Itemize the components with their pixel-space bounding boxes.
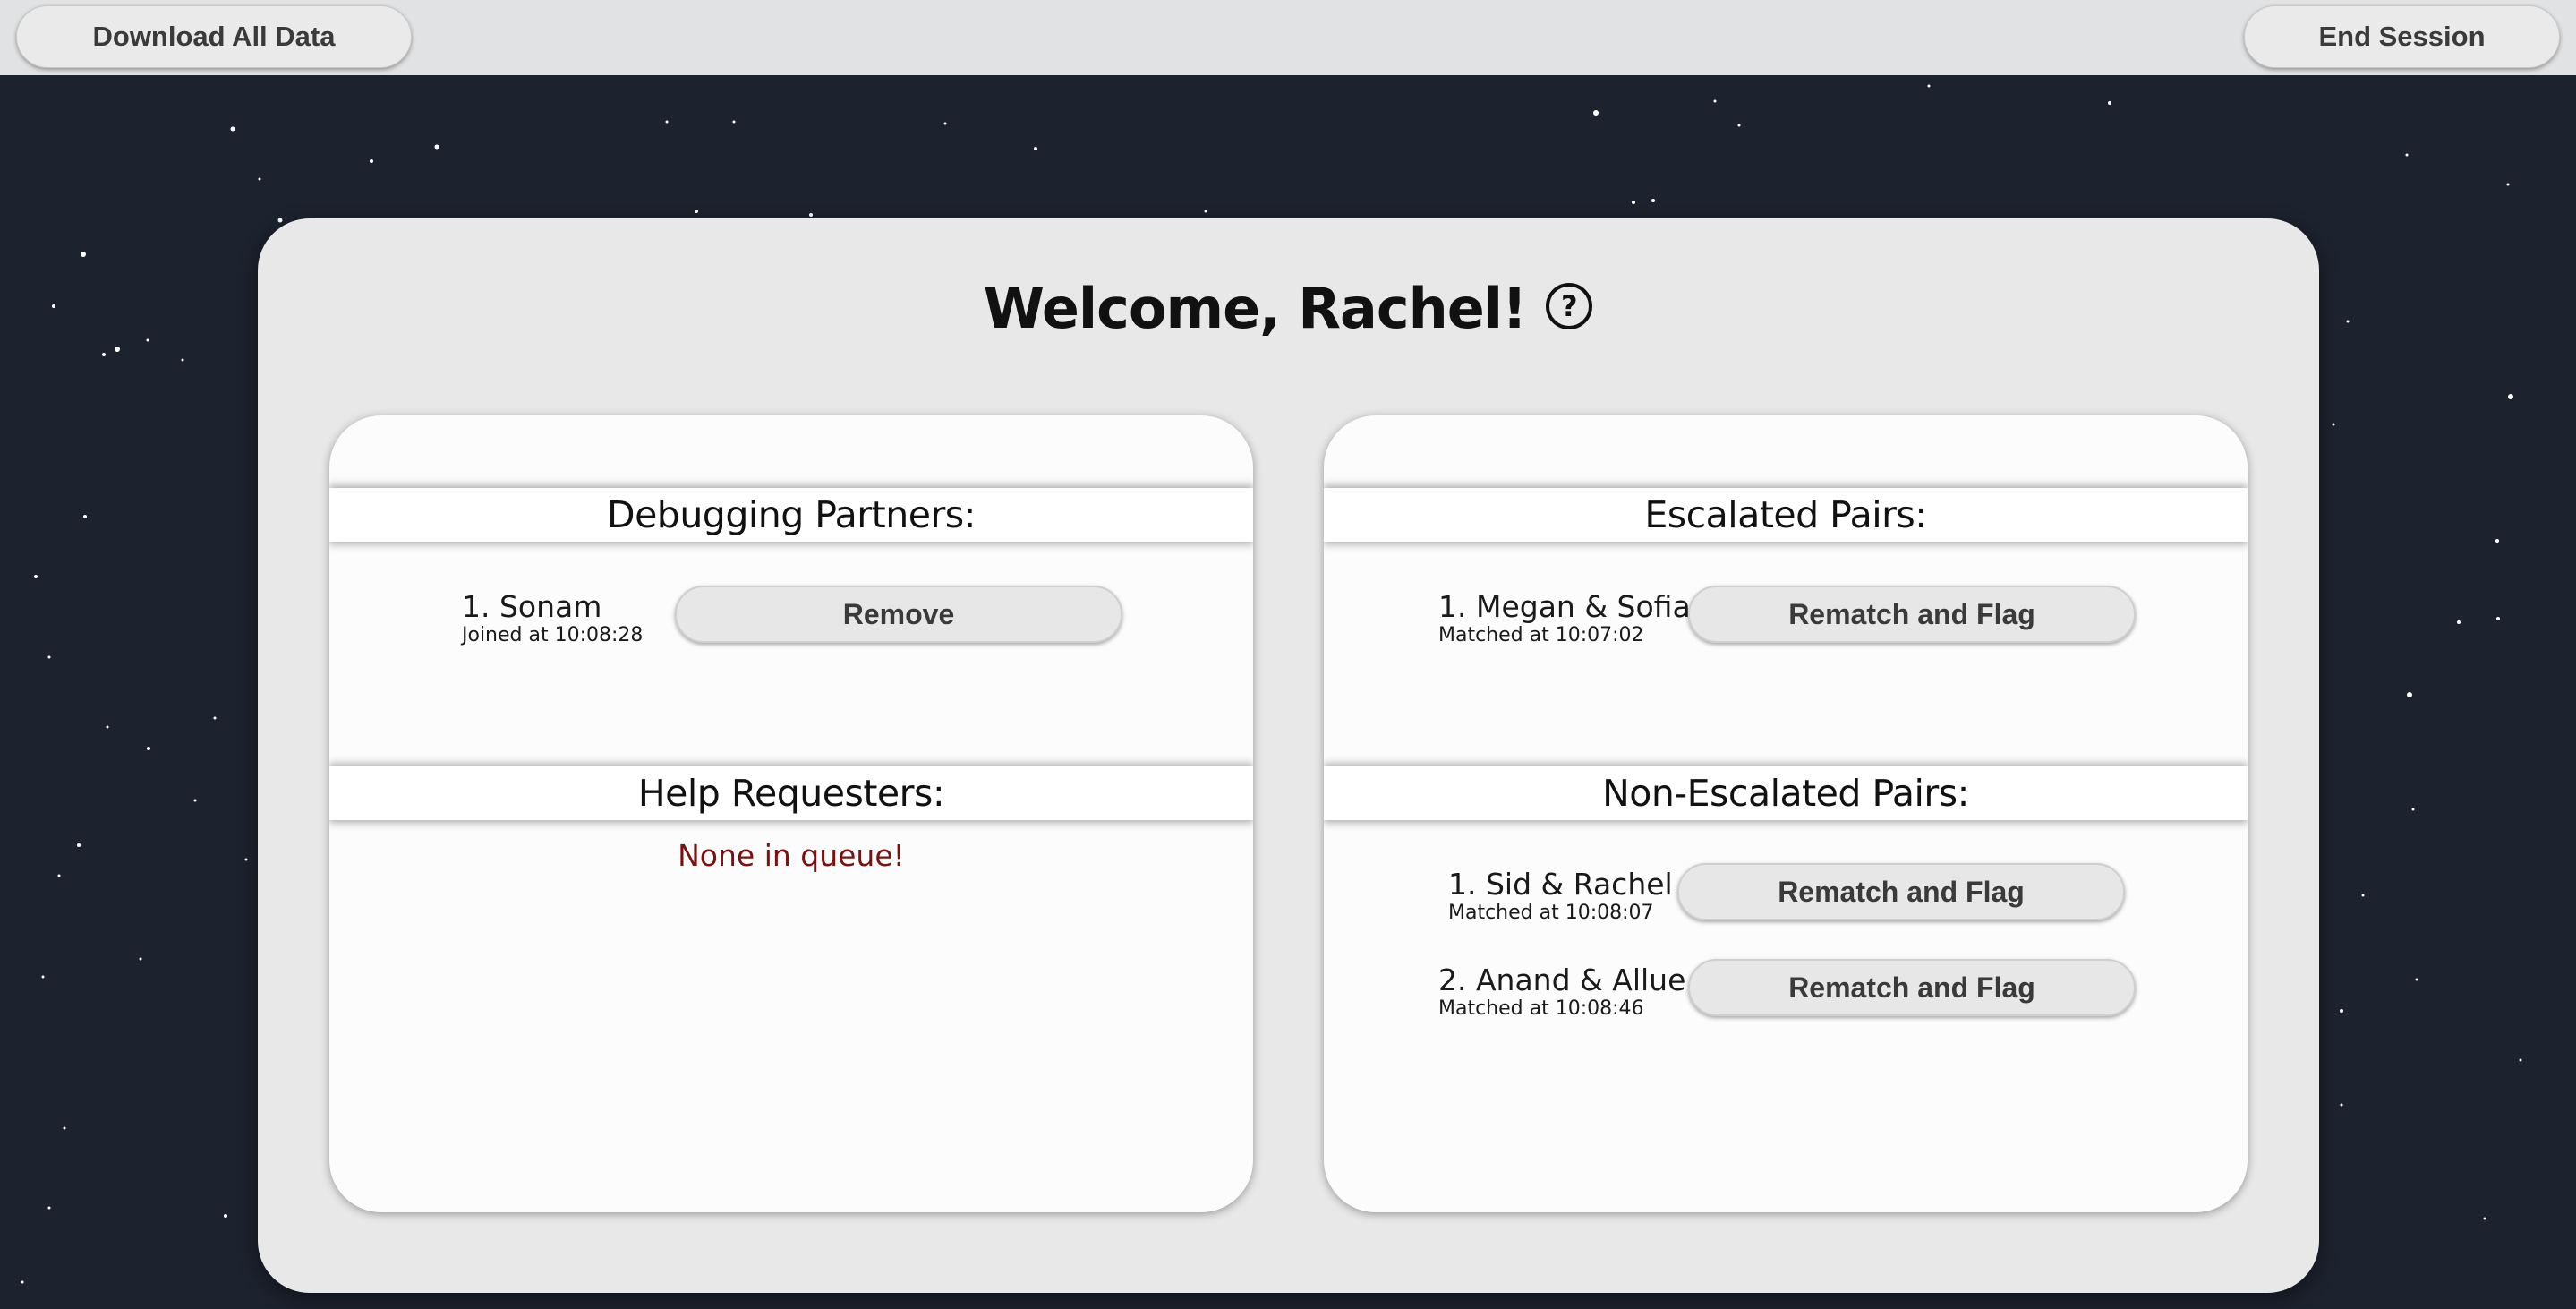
pair-matched-time: Matched at 10:08:46 [1438,997,1644,1020]
rematch-and-flag-button[interactable]: Rematch and Flag [1677,863,2125,920]
empty-queue-message: None in queue! [678,838,905,873]
non-escalated-pairs-header: Non-Escalated Pairs: [1324,766,2248,820]
rematch-and-flag-button[interactable]: Rematch and Flag [1688,959,2136,1016]
debugging-partners-header: Debugging Partners: [329,488,1253,542]
pair-name: 1. Megan & Sofia [1438,589,1691,624]
right-panel: Escalated Pairs: 1. Megan & Sofia Matche… [1324,415,2248,1212]
welcome-header: Welcome, Rachel! ? [0,276,2576,341]
pair-matched-time: Matched at 10:08:07 [1448,902,1654,924]
list-item: 1. Sonam Joined at 10:08:28 [462,590,643,647]
end-session-button[interactable]: End Session [2244,5,2560,68]
page-title: Welcome, Rachel! [983,276,1528,341]
list-item: 1. Sid & Rachel Matched at 10:08:07 [1448,868,1673,925]
partner-name: 1. Sonam [462,589,602,624]
escalated-pairs-header: Escalated Pairs: [1324,488,2248,542]
left-panel: Debugging Partners: 1. Sonam Joined at 1… [329,415,1253,1212]
rematch-and-flag-button[interactable]: Rematch and Flag [1688,586,2136,643]
top-bar: Download All Data End Session [0,0,2576,75]
help-icon[interactable]: ? [1546,282,1593,329]
pair-matched-time: Matched at 10:07:02 [1438,624,1644,646]
partner-joined-time: Joined at 10:08:28 [462,624,644,646]
pair-name: 2. Anand & Allue [1438,962,1686,997]
remove-button[interactable]: Remove [675,586,1122,643]
list-item: 1. Megan & Sofia Matched at 10:07:02 [1438,590,1691,647]
help-requesters-header: Help Requesters: [329,766,1253,820]
download-all-data-button[interactable]: Download All Data [16,5,412,68]
pair-name: 1. Sid & Rachel [1448,867,1673,902]
list-item: 2. Anand & Allue Matched at 10:08:46 [1438,963,1685,1021]
